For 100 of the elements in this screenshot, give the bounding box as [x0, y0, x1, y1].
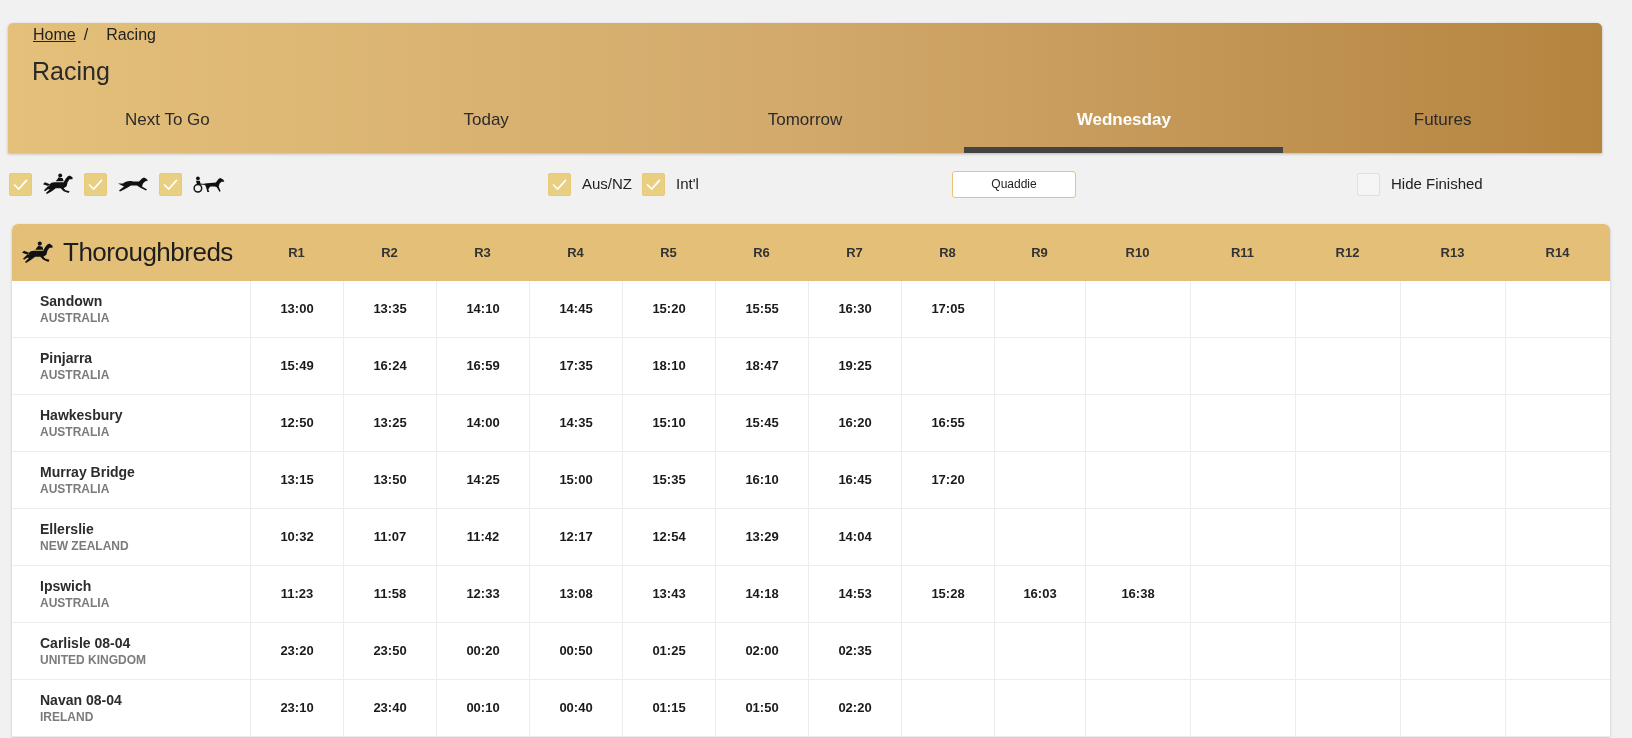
column-header: R8 — [939, 243, 956, 262]
race-time[interactable]: 16:55 — [901, 395, 994, 451]
race-time[interactable]: 12:54 — [622, 509, 715, 565]
venue-name: Navan 08-04 — [40, 690, 122, 709]
race-time[interactable]: 16:24 — [343, 338, 436, 394]
race-time[interactable]: 17:20 — [901, 452, 994, 508]
column-header: R3 — [474, 243, 491, 262]
race-time[interactable]: 15:28 — [901, 566, 994, 622]
race-time[interactable]: 15:55 — [715, 281, 808, 337]
checkbox-label: Int'l — [676, 173, 699, 194]
race-time[interactable]: 11:58 — [343, 566, 436, 622]
checkbox[interactable] — [159, 172, 182, 196]
column-header: R12 — [1335, 243, 1360, 262]
race-time[interactable]: 00:40 — [529, 680, 622, 736]
race-time[interactable]: 14:35 — [529, 395, 622, 451]
race-time[interactable]: 01:25 — [622, 623, 715, 679]
race-time[interactable]: 13:15 — [250, 452, 343, 508]
race-time[interactable]: 23:40 — [343, 680, 436, 736]
race-time[interactable]: 00:20 — [436, 623, 529, 679]
race-time[interactable]: 11:42 — [436, 509, 529, 565]
race-time[interactable]: 13:35 — [343, 281, 436, 337]
race-time[interactable]: 17:35 — [529, 338, 622, 394]
race-time[interactable]: 00:50 — [529, 623, 622, 679]
racehorse-icon — [43, 173, 73, 195]
nav-tab[interactable]: Futures — [1283, 95, 1602, 153]
column-header: R1 — [288, 243, 305, 262]
breadcrumb-link[interactable]: Home — [33, 23, 76, 47]
race-time[interactable]: 11:23 — [250, 566, 343, 622]
race-time[interactable]: 17:05 — [901, 281, 994, 337]
race-time[interactable]: 19:25 — [808, 338, 901, 394]
nav-tab[interactable]: Next To Go — [8, 95, 327, 153]
race-time[interactable]: 13:25 — [343, 395, 436, 451]
race-time[interactable]: 01:15 — [622, 680, 715, 736]
race-time[interactable]: 00:10 — [436, 680, 529, 736]
venue-name: Hawkesbury — [40, 405, 123, 424]
checkbox-label: Hide Finished — [1391, 173, 1483, 194]
venue-country: IRELAND — [40, 708, 94, 726]
race-time[interactable]: 01:50 — [715, 680, 808, 736]
race-time[interactable]: 13:00 — [250, 281, 343, 337]
race-time[interactable]: 12:17 — [529, 509, 622, 565]
venue-name: Carlisle 08-04 — [40, 633, 131, 652]
race-time[interactable]: 14:18 — [715, 566, 808, 622]
venue-name: Ipswich — [40, 576, 92, 595]
race-time[interactable]: 16:03 — [994, 566, 1085, 622]
race-time[interactable]: 14:04 — [808, 509, 901, 565]
race-time[interactable]: 23:20 — [250, 623, 343, 679]
race-time[interactable]: 14:45 — [529, 281, 622, 337]
venue-name: Sandown — [40, 291, 103, 310]
race-time[interactable]: 18:47 — [715, 338, 808, 394]
race-time[interactable]: 13:08 — [529, 566, 622, 622]
column-header: R6 — [753, 243, 770, 262]
checkbox[interactable] — [9, 172, 32, 196]
race-time[interactable]: 16:20 — [808, 395, 901, 451]
race-time[interactable]: 02:20 — [808, 680, 901, 736]
race-time[interactable]: 15:49 — [250, 338, 343, 394]
quaddie-button[interactable]: Quaddie — [952, 170, 1076, 198]
check-icon — [552, 178, 567, 190]
checkbox[interactable] — [548, 172, 571, 196]
column-header: R7 — [846, 243, 863, 262]
race-time[interactable]: 14:25 — [436, 452, 529, 508]
column-header: R4 — [567, 243, 584, 262]
table-title: Thoroughbreds — [63, 236, 233, 269]
race-time[interactable]: 16:10 — [715, 452, 808, 508]
venue-country: AUSTRALIA — [40, 480, 110, 498]
race-time[interactable]: 23:50 — [343, 623, 436, 679]
venue-country: AUSTRALIA — [40, 594, 110, 612]
race-time[interactable]: 02:35 — [808, 623, 901, 679]
race-time[interactable]: 14:10 — [436, 281, 529, 337]
race-time[interactable]: 23:10 — [250, 680, 343, 736]
column-header: R14 — [1545, 243, 1570, 262]
race-time[interactable]: 12:50 — [250, 395, 343, 451]
checkbox[interactable] — [642, 172, 665, 196]
race-time[interactable]: 13:43 — [622, 566, 715, 622]
race-time[interactable]: 15:35 — [622, 452, 715, 508]
race-time[interactable]: 16:45 — [808, 452, 901, 508]
race-time[interactable]: 13:29 — [715, 509, 808, 565]
race-time[interactable]: 16:59 — [436, 338, 529, 394]
race-time[interactable]: 16:30 — [808, 281, 901, 337]
race-time[interactable]: 15:45 — [715, 395, 808, 451]
page-title: Racing — [32, 56, 110, 86]
race-time[interactable]: 14:53 — [808, 566, 901, 622]
nav-tab[interactable]: Tomorrow — [645, 95, 965, 153]
race-time[interactable]: 15:20 — [622, 281, 715, 337]
race-time[interactable]: 16:38 — [1085, 566, 1190, 622]
race-time[interactable]: 15:10 — [622, 395, 715, 451]
race-time[interactable]: 15:00 — [529, 452, 622, 508]
horse-and-sulky-icon — [193, 175, 225, 193]
race-time[interactable]: 12:33 — [436, 566, 529, 622]
checkbox-label: Aus/NZ — [582, 173, 632, 194]
nav-tab[interactable]: Today — [326, 95, 646, 153]
race-time[interactable]: 18:10 — [622, 338, 715, 394]
race-time[interactable]: 10:32 — [250, 509, 343, 565]
venue-country: AUSTRALIA — [40, 366, 110, 384]
check-icon — [163, 178, 178, 190]
column-header: R9 — [1031, 243, 1048, 262]
race-time[interactable]: 11:07 — [343, 509, 436, 565]
checkbox[interactable] — [84, 172, 107, 196]
race-time[interactable]: 13:50 — [343, 452, 436, 508]
race-time[interactable]: 14:00 — [436, 395, 529, 451]
race-time[interactable]: 02:00 — [715, 623, 808, 679]
